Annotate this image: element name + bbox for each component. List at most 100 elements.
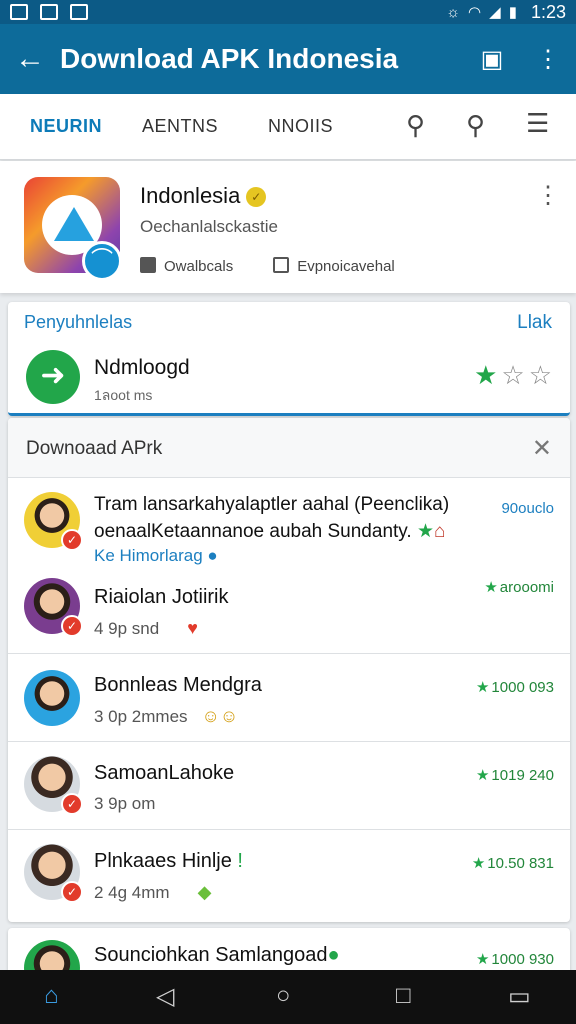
battery-icon: ▮ (508, 4, 517, 21)
gallery-icon (10, 4, 28, 20)
tab-1[interactable]: NEURIN (30, 116, 102, 137)
avatar: ✓ (24, 578, 83, 637)
item-value: ★ 1000 930 (476, 950, 554, 968)
star-icon: ★ (471, 855, 486, 872)
item-value-text: 1000 930 (491, 951, 554, 968)
list-item[interactable]: ✓ Plnkaaes Hinlje ! 2 4g 4mm ◆ ★ 10.50 831 (8, 830, 570, 918)
checkbox-icon (273, 257, 290, 273)
chat-icon[interactable]: ▭ (508, 982, 531, 1011)
star-icon: ★ (484, 579, 498, 596)
search-icon[interactable]: ⚲ (406, 110, 425, 141)
item-line2: oenaalKetaannanoe aubah Sundanty. ★⌂ (94, 520, 445, 543)
app-meta-label-1: Owalbcals (164, 258, 234, 275)
item-value-text: 1019 240 (491, 767, 554, 784)
star-filled-icon[interactable]: ★ (474, 360, 501, 390)
item-sub-text: 2 4g 4mm (94, 883, 170, 902)
item-sub: 4 9p snd ♥ (94, 618, 198, 639)
list-item[interactable]: ✓ SamoanLahoke 3 9p om ★ 1019 240 (8, 742, 570, 830)
item-name-text: Plnkaaes Hinlje (94, 850, 232, 872)
avatar: ✓ (24, 756, 83, 815)
avatar: ✓ (24, 844, 83, 903)
app-name: Indonlesia ✓ (140, 183, 267, 209)
verified-badge-icon: ✓ (246, 187, 267, 207)
check-badge-icon: ✓ (61, 529, 83, 551)
house-icon: ⌂ (433, 521, 446, 542)
tab-3[interactable]: NNOIIS (268, 116, 333, 137)
home-circle-icon[interactable]: ○ (276, 982, 291, 1010)
heart-icon: ♥ (187, 618, 198, 638)
page-title: Download APK Indonesia (60, 43, 399, 74)
alarm-icon: ☼ (446, 3, 461, 21)
recents-square-icon[interactable]: □ (396, 982, 411, 1010)
item-name: SamoanLahoke (94, 762, 235, 784)
list-item[interactable]: Bonnleas Mendgra 3 0p 2mmes ☺☺ ★ 1000 093 (8, 654, 570, 742)
close-icon[interactable]: ✕ (532, 434, 552, 463)
featured-subtitle: 1ลoot ms (94, 387, 153, 403)
gem-icon: ◆ (197, 882, 212, 902)
app-bar: ← Download APK Indonesia ▣ ⋮ (0, 24, 576, 94)
back-triangle-icon[interactable]: ◁ (156, 982, 174, 1011)
check-badge-icon: ✓ (61, 881, 83, 903)
clock: 1:23 (530, 1, 566, 22)
more-vert-icon[interactable]: ⋮ (536, 181, 560, 210)
item-value: ★ 10.50 831 (472, 854, 554, 872)
item-name-text: Sounciohkan Samlangoad (94, 944, 328, 966)
app-name-text: Indonlesia (140, 183, 241, 208)
tab-2[interactable]: AENTNS (142, 116, 218, 137)
featured-header: Penyuhnlelas (24, 312, 133, 332)
item-sub: 2 4g 4mm ◆ (94, 882, 211, 903)
system-nav-bar: ⌂ ◁ ○ □ ▭ (0, 970, 576, 1024)
star-outline-icon[interactable]: ☆ (501, 360, 528, 390)
item-name: Riaiolan Jotiirik (94, 586, 229, 608)
forward-arrow-icon[interactable]: ➜ (26, 350, 80, 404)
check-badge-icon: ✓ (61, 793, 83, 815)
item-name: Plnkaaes Hinlje ! (94, 850, 243, 873)
item-value-text: 1000 093 (491, 679, 554, 696)
star-icon: ★ (416, 521, 434, 542)
search-icon-2[interactable]: ⚲ (466, 110, 485, 141)
app-logo: ⌒ (24, 177, 122, 281)
menu-icon[interactable]: ☰ (526, 108, 549, 139)
item-sub: 3 0p 2mmes ☺☺ (94, 706, 238, 727)
home-app-icon[interactable]: ⌂ (44, 982, 59, 1010)
item-line2-text: oenaalKetaannanoe aubah Sundanty. (94, 521, 412, 542)
star-outline-icon-2[interactable]: ☆ (529, 360, 556, 390)
image-icon (70, 4, 88, 20)
exclaim-icon: ! (237, 850, 243, 872)
item-name: Bonnleas Mendgra (94, 674, 262, 696)
signal-icon: ◢ (489, 4, 501, 21)
item-value: 90ouclo (501, 500, 554, 517)
star-icon: ★ (475, 679, 490, 696)
item-value-text: 10.50 831 (487, 855, 554, 872)
featured-card: Penyuhnlelas Llak ➜ Ndmloogd 1ลoot ms ★☆… (8, 302, 570, 416)
item-line3: Ke Himorlarag ● (94, 546, 218, 566)
info-icon: ● (207, 546, 218, 565)
emoji-icon: ☺☺ (201, 706, 239, 726)
app-meta: Owalbcals Evpnoicavehal (140, 257, 395, 275)
item-value-text: arooomi (499, 579, 554, 596)
item-line3-text: Ke Himorlarag (94, 546, 203, 565)
app-meta-item-2[interactable]: Evpnoicavehal (273, 257, 395, 275)
download-list-card: Downoaad APrk ✕ ✓ Tram lansarkahyalaptle… (8, 418, 570, 922)
briefcase-icon[interactable]: ▣ (464, 45, 520, 74)
star-icon: ★ (475, 951, 490, 968)
app-meta-item-1: Owalbcals (140, 257, 233, 275)
item-sub-text: 3 0p 2mmes (94, 707, 188, 726)
avatar (24, 670, 80, 726)
item-sub-text: 4 9p snd (94, 619, 160, 638)
list-title: Downoaad APrk (26, 438, 163, 459)
rating-stars[interactable]: ★☆☆ (474, 360, 556, 391)
item-value: ★ 1000 093 (476, 678, 554, 696)
app-card[interactable]: ⌒ Indonlesia ✓ Oechanlalsckastie Owalbcal… (0, 161, 576, 293)
featured-title: Ndmloogd (94, 356, 190, 379)
status-bar: ☼ ◠ ◢ ▮ 1:23 (0, 0, 576, 24)
item-value: ★ 1019 240 (476, 766, 554, 784)
item-name: Sounciohkan Samlangoad● (94, 944, 340, 967)
back-arrow-icon[interactable]: ← (0, 42, 60, 76)
list-item[interactable]: ✓ Riaiolan Jotiirik 4 9p snd ♥ ★ arooomi (8, 566, 570, 654)
item-name: Tram lansarkahyalaptler aahal (Peenclika… (94, 494, 450, 515)
more-vert-icon[interactable]: ⋮ (520, 45, 576, 74)
tab-bar: NEURIN AENTNS NNOIIS ⚲ ⚲ ☰ (0, 94, 576, 160)
featured-link[interactable]: Llak (517, 312, 552, 334)
list-header: Downoaad APrk ✕ (8, 418, 570, 478)
